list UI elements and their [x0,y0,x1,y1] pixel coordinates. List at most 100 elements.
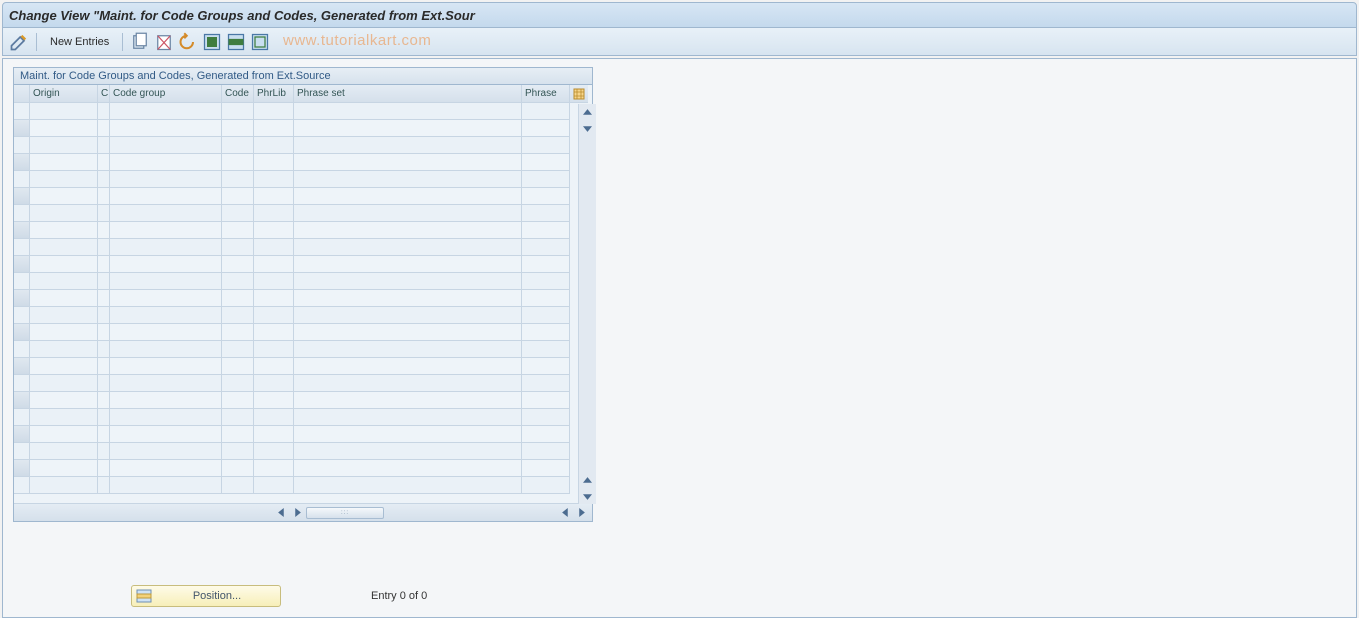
table-cell[interactable] [222,188,254,205]
table-cell[interactable] [294,171,522,188]
column-header-phrase[interactable]: Phrase [522,85,570,103]
table-cell[interactable] [110,358,222,375]
table-cell[interactable] [110,103,222,120]
table-row[interactable] [14,443,592,460]
table-cell[interactable] [98,375,110,392]
table-row[interactable] [14,171,592,188]
table-cell[interactable] [30,290,98,307]
table-cell[interactable] [294,324,522,341]
table-cell[interactable] [294,443,522,460]
table-cell[interactable] [30,307,98,324]
table-cell[interactable] [254,443,294,460]
table-cell[interactable] [110,426,222,443]
table-cell[interactable] [254,188,294,205]
table-cell[interactable] [222,239,254,256]
table-cell[interactable] [110,409,222,426]
column-header-code-group[interactable]: Code group [110,85,222,103]
table-cell[interactable] [98,188,110,205]
row-selector-cell[interactable] [14,307,30,324]
table-cell[interactable] [98,341,110,358]
table-cell[interactable] [522,324,570,341]
table-cell[interactable] [98,460,110,477]
table-row[interactable] [14,341,592,358]
table-cell[interactable] [522,103,570,120]
table-cell[interactable] [294,392,522,409]
row-selector-cell[interactable] [14,154,30,171]
scroll-up-icon[interactable] [580,104,596,120]
table-cell[interactable] [98,477,110,494]
table-cell[interactable] [254,375,294,392]
table-cell[interactable] [294,477,522,494]
table-cell[interactable] [254,409,294,426]
table-cell[interactable] [522,307,570,324]
row-selector-cell[interactable] [14,460,30,477]
row-selector-cell[interactable] [14,171,30,188]
table-cell[interactable] [30,103,98,120]
table-cell[interactable] [110,477,222,494]
table-row[interactable] [14,392,592,409]
delete-icon[interactable] [154,32,174,52]
table-cell[interactable] [522,120,570,137]
row-selector-cell[interactable] [14,273,30,290]
table-cell[interactable] [254,137,294,154]
toggle-change-mode-icon[interactable] [9,32,29,52]
table-cell[interactable] [110,222,222,239]
table-cell[interactable] [222,443,254,460]
table-cell[interactable] [98,205,110,222]
table-cell[interactable] [110,443,222,460]
scroll-left-end-icon[interactable] [558,506,572,520]
table-cell[interactable] [110,154,222,171]
row-selector-cell[interactable] [14,137,30,154]
table-row[interactable] [14,307,592,324]
table-cell[interactable] [222,426,254,443]
table-row[interactable] [14,103,592,120]
table-cell[interactable] [254,154,294,171]
table-cell[interactable] [294,120,522,137]
table-row[interactable] [14,426,592,443]
table-cell[interactable] [222,477,254,494]
table-cell[interactable] [98,324,110,341]
table-cell[interactable] [30,375,98,392]
table-row[interactable] [14,222,592,239]
table-cell[interactable] [294,154,522,171]
table-cell[interactable] [294,290,522,307]
table-row[interactable] [14,290,592,307]
table-cell[interactable] [110,375,222,392]
table-cell[interactable] [222,460,254,477]
table-cell[interactable] [222,375,254,392]
table-cell[interactable] [98,307,110,324]
table-cell[interactable] [30,120,98,137]
table-cell[interactable] [30,341,98,358]
table-cell[interactable] [98,290,110,307]
column-header-phrlib[interactable]: PhrLib [254,85,294,103]
row-selector-cell[interactable] [14,324,30,341]
table-cell[interactable] [522,222,570,239]
table-cell[interactable] [98,103,110,120]
row-selector-cell[interactable] [14,375,30,392]
table-row[interactable] [14,239,592,256]
table-cell[interactable] [294,137,522,154]
table-cell[interactable] [522,188,570,205]
table-cell[interactable] [294,375,522,392]
table-cell[interactable] [98,409,110,426]
table-cell[interactable] [30,426,98,443]
table-cell[interactable] [30,171,98,188]
table-cell[interactable] [522,375,570,392]
table-cell[interactable] [110,120,222,137]
table-cell[interactable] [222,307,254,324]
table-cell[interactable] [294,239,522,256]
table-cell[interactable] [98,443,110,460]
table-cell[interactable] [522,273,570,290]
table-cell[interactable] [110,392,222,409]
row-selector-cell[interactable] [14,205,30,222]
select-block-icon[interactable] [226,32,246,52]
table-row[interactable] [14,324,592,341]
scroll-up-end-icon[interactable] [580,472,596,488]
table-cell[interactable] [98,239,110,256]
scroll-down-end-icon[interactable] [580,488,596,504]
table-cell[interactable] [110,188,222,205]
scroll-down-icon[interactable] [580,120,596,136]
table-cell[interactable] [294,426,522,443]
column-header-code[interactable]: Code [222,85,254,103]
table-cell[interactable] [522,205,570,222]
